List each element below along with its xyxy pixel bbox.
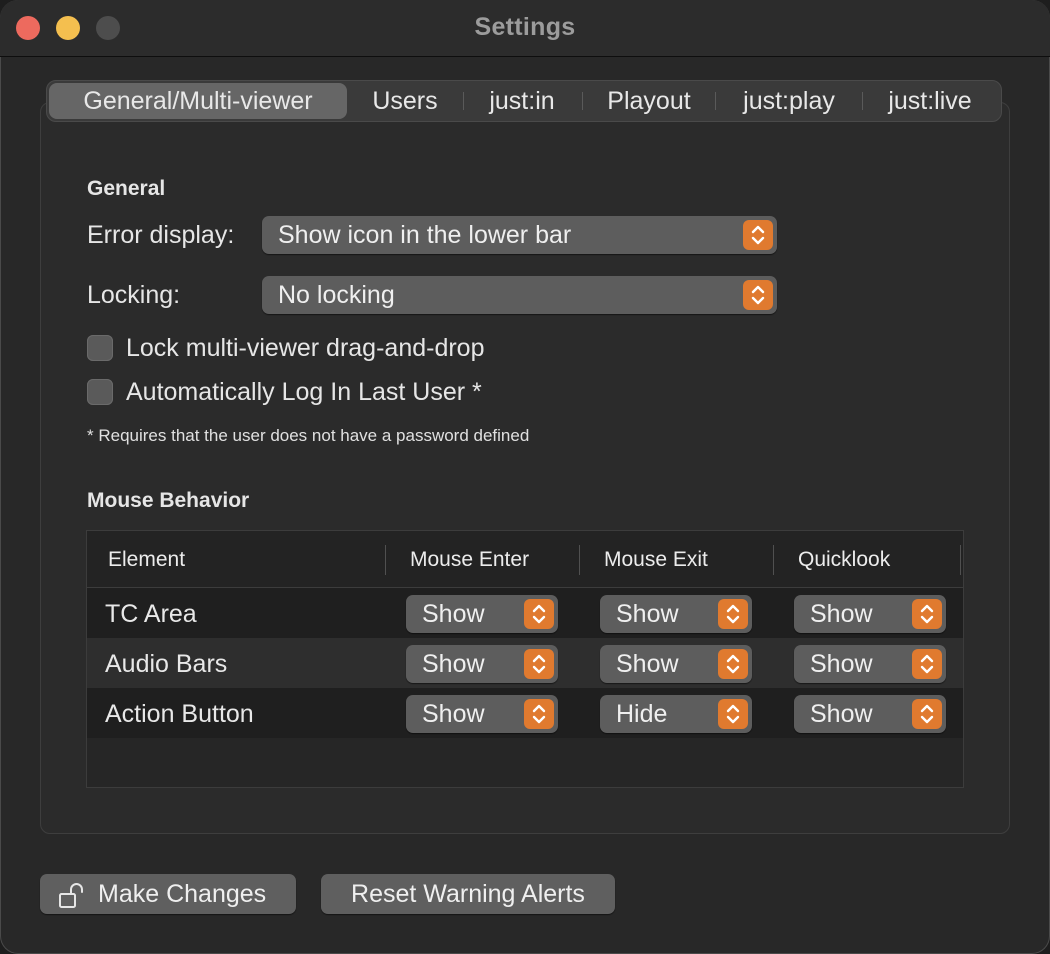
chevron-updown-icon (912, 699, 942, 729)
row-element-label: Action Button (105, 700, 254, 728)
column-separator (773, 545, 774, 575)
auto-login-label: Automatically Log In Last User * (126, 378, 482, 406)
row-element-label: Audio Bars (105, 650, 228, 678)
locking-label: Locking: (87, 281, 181, 309)
popup-value: Show (616, 600, 679, 628)
column-header-quicklook[interactable]: Quicklook (798, 531, 890, 589)
chevron-updown-icon (912, 649, 942, 679)
popup-value: Hide (616, 700, 668, 728)
table-row[interactable]: TC Area Show Show Show (87, 588, 963, 638)
table-row[interactable]: Audio Bars Show Show Show (87, 638, 963, 688)
settings-window: Settings General/Multi-viewer Users just… (0, 0, 1050, 954)
popup-value: Show (422, 650, 485, 678)
mouse-exit-popup[interactable]: Hide (600, 695, 752, 733)
mouse-enter-popup[interactable]: Show (406, 695, 558, 733)
tab-general-multi-viewer[interactable]: General/Multi-viewer (49, 83, 347, 119)
chevron-updown-icon (718, 699, 748, 729)
window-title: Settings (474, 13, 576, 41)
error-display-label: Error display: (87, 221, 235, 249)
chevron-updown-icon (524, 599, 554, 629)
tab-separator (463, 92, 464, 110)
chevron-updown-icon (912, 599, 942, 629)
mouse-exit-popup[interactable]: Show (600, 645, 752, 683)
tab-separator (715, 92, 716, 110)
popup-value: Show (616, 650, 679, 678)
quicklook-popup[interactable]: Show (794, 645, 946, 683)
error-display-value: Show icon in the lower bar (278, 221, 572, 249)
reset-warning-alerts-label: Reset Warning Alerts (351, 880, 585, 908)
column-header-element[interactable]: Element (108, 531, 185, 589)
make-changes-label: Make Changes (98, 880, 267, 908)
chevron-updown-icon (524, 699, 554, 729)
popup-value: Show (422, 600, 485, 628)
column-header-mouse-exit[interactable]: Mouse Exit (604, 531, 708, 589)
popup-value: Show (810, 650, 873, 678)
column-separator (385, 545, 386, 575)
popup-value: Show (810, 600, 873, 628)
tab-separator (862, 92, 863, 110)
chevron-updown-icon (524, 649, 554, 679)
chevron-updown-icon (743, 220, 773, 250)
mouse-exit-popup[interactable]: Show (600, 595, 752, 633)
tab-bar: General/Multi-viewer Users just:in Playo… (46, 80, 1002, 122)
mouse-enter-popup[interactable]: Show (406, 595, 558, 633)
chevron-updown-icon (718, 649, 748, 679)
title-bar: Settings (0, 0, 1050, 57)
tab-users[interactable]: Users (353, 81, 457, 121)
locking-value: No locking (278, 281, 395, 309)
locking-popup[interactable]: No locking (262, 276, 777, 314)
row-element-label: TC Area (105, 600, 197, 628)
tab-just-in[interactable]: just:in (469, 81, 575, 121)
tab-separator (582, 92, 583, 110)
auto-login-checkbox[interactable] (87, 379, 113, 405)
column-header-mouse-enter[interactable]: Mouse Enter (410, 531, 529, 589)
unlock-icon (58, 881, 86, 921)
popup-value: Show (422, 700, 485, 728)
error-display-popup[interactable]: Show icon in the lower bar (262, 216, 777, 254)
quicklook-popup[interactable]: Show (794, 695, 946, 733)
table-header: Element Mouse Enter Mouse Exit Quicklook (87, 531, 963, 588)
column-separator (960, 545, 961, 575)
tab-playout[interactable]: Playout (588, 81, 710, 121)
popup-value: Show (810, 700, 873, 728)
reset-warning-alerts-button[interactable]: Reset Warning Alerts (321, 874, 615, 914)
chevron-updown-icon (743, 280, 773, 310)
make-changes-button[interactable]: Make Changes (40, 874, 296, 914)
mouse-behavior-heading: Mouse Behavior (87, 489, 250, 512)
lock-drag-drop-checkbox[interactable] (87, 335, 113, 361)
lock-drag-drop-label: Lock multi-viewer drag-and-drop (126, 334, 485, 362)
tab-just-live[interactable]: just:live (868, 81, 992, 121)
quicklook-popup[interactable]: Show (794, 595, 946, 633)
mouse-behavior-table: Element Mouse Enter Mouse Exit Quicklook… (86, 530, 964, 788)
password-note: * Requires that the user does not have a… (87, 426, 530, 445)
table-row[interactable]: Action Button Show Hide Show (87, 688, 963, 738)
chevron-updown-icon (718, 599, 748, 629)
tab-just-play[interactable]: just:play (721, 81, 857, 121)
mouse-enter-popup[interactable]: Show (406, 645, 558, 683)
column-separator (579, 545, 580, 575)
general-heading: General (87, 177, 166, 200)
